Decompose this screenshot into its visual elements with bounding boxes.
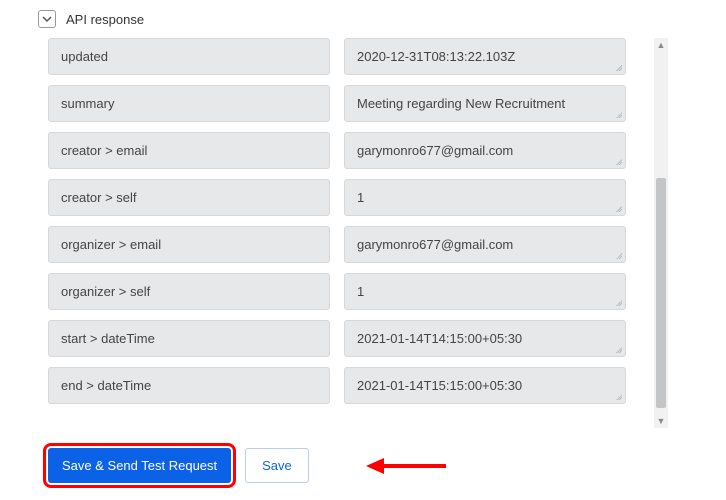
field-value[interactable]: 1: [344, 179, 626, 216]
field-key[interactable]: end > dateTime: [48, 367, 330, 404]
field-key[interactable]: creator > self: [48, 179, 330, 216]
field-key[interactable]: updated: [48, 38, 330, 75]
section-title: API response: [66, 12, 144, 27]
scrollbar-track[interactable]: ▲ ▼: [654, 38, 668, 428]
table-row: summary Meeting regarding New Recruitmen…: [48, 85, 648, 122]
scroll-up-arrow-icon[interactable]: ▲: [654, 38, 668, 52]
field-value[interactable]: Meeting regarding New Recruitment: [344, 85, 626, 122]
table-row: creator > self 1: [48, 179, 648, 216]
field-value[interactable]: 2021-01-14T15:15:00+05:30: [344, 367, 626, 404]
table-row: updated 2020-12-31T08:13:22.103Z: [48, 38, 648, 75]
scrollbar-thumb[interactable]: [656, 178, 666, 408]
table-row: end > dateTime 2021-01-14T15:15:00+05:30: [48, 367, 648, 404]
field-value[interactable]: 1: [344, 273, 626, 310]
field-key[interactable]: organizer > self: [48, 273, 330, 310]
table-row: creator > email garymonro677@gmail.com: [48, 132, 648, 169]
collapse-toggle[interactable]: [38, 10, 56, 28]
annotation-arrow-icon: [366, 455, 446, 477]
save-send-test-button[interactable]: Save & Send Test Request: [48, 448, 231, 483]
response-rows: updated 2020-12-31T08:13:22.103Z summary…: [48, 38, 648, 404]
field-value[interactable]: garymonro677@gmail.com: [344, 132, 626, 169]
field-key[interactable]: start > dateTime: [48, 320, 330, 357]
field-key[interactable]: organizer > email: [48, 226, 330, 263]
field-value[interactable]: 2020-12-31T08:13:22.103Z: [344, 38, 626, 75]
field-value[interactable]: 2021-01-14T14:15:00+05:30: [344, 320, 626, 357]
table-row: organizer > email garymonro677@gmail.com: [48, 226, 648, 263]
field-key[interactable]: summary: [48, 85, 330, 122]
table-row: organizer > self 1: [48, 273, 648, 310]
table-row: start > dateTime 2021-01-14T14:15:00+05:…: [48, 320, 648, 357]
chevron-down-icon: [42, 14, 52, 24]
field-value[interactable]: garymonro677@gmail.com: [344, 226, 626, 263]
scroll-down-arrow-icon[interactable]: ▼: [654, 414, 668, 428]
field-key[interactable]: creator > email: [48, 132, 330, 169]
save-button[interactable]: Save: [245, 448, 309, 483]
